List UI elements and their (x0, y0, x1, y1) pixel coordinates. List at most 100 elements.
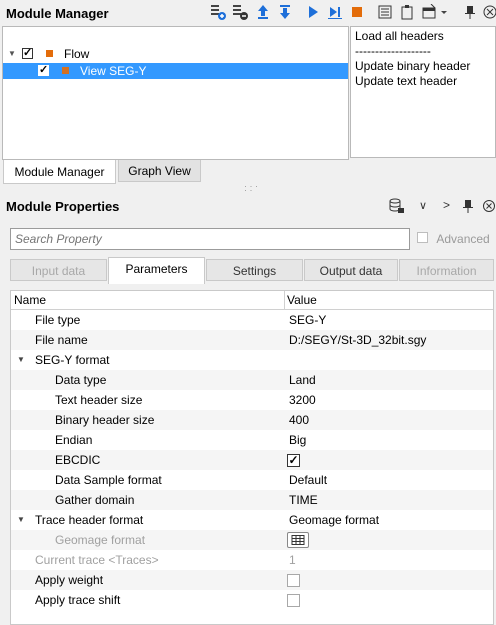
property-name: Binary header size (55, 413, 155, 427)
property-group-segy-format[interactable]: ▼ SEG-Y format (11, 350, 493, 370)
property-value[interactable]: Land (289, 370, 316, 390)
table-icon[interactable] (287, 532, 309, 548)
column-header-name: Name (14, 293, 47, 307)
flow-module-icon (46, 50, 53, 57)
module-manager-header: Module Manager (0, 0, 496, 26)
view-segy-module-icon (62, 67, 69, 74)
property-value[interactable]: SEG-Y (289, 310, 326, 330)
tree-item-label: View SEG-Y (80, 64, 147, 78)
property-value[interactable]: Geomage format (289, 510, 379, 530)
property-group-trace-header-format[interactable]: ▼ Trace header format Geomage format (11, 510, 493, 530)
info-separator: ------------------- (355, 44, 431, 58)
property-row-current-trace[interactable]: Current trace <Traces> 1 (11, 550, 493, 570)
column-header-value: Value (287, 293, 317, 307)
property-value[interactable]: 3200 (289, 390, 316, 410)
tab-information[interactable]: Information (399, 259, 494, 281)
remove-module-icon[interactable] (232, 4, 248, 20)
column-divider[interactable] (284, 291, 285, 309)
property-name: Apply weight (35, 573, 104, 587)
property-name: EBCDIC (55, 453, 101, 467)
info-line[interactable]: Update binary header (355, 59, 491, 74)
property-value: 1 (289, 553, 296, 567)
tab-graph-view[interactable]: Graph View (118, 160, 201, 182)
property-row-geomage-format[interactable]: Geomage format (11, 530, 493, 550)
tab-settings[interactable]: Settings (206, 259, 303, 281)
add-module-icon[interactable] (210, 4, 226, 20)
move-up-icon[interactable] (255, 4, 271, 20)
property-row-binary-header-size[interactable]: Binary header size 400 (11, 410, 493, 430)
advanced-label: Advanced (436, 231, 490, 246)
close-icon[interactable] (482, 4, 496, 20)
property-row-data-type[interactable]: Data type Land (11, 370, 493, 390)
property-group-name: SEG-Y format (35, 353, 110, 367)
tree-item-label: Flow (64, 47, 90, 61)
property-row-endian[interactable]: Endian Big (11, 430, 493, 450)
module-properties-title: Module Properties (6, 199, 120, 214)
run-icon[interactable] (305, 4, 321, 20)
grid-header: Name Value (11, 291, 493, 310)
apply-weight-checkbox[interactable] (287, 574, 300, 587)
search-property-input[interactable] (10, 228, 410, 250)
property-name: Data Sample format (55, 473, 162, 487)
property-name: Endian (55, 433, 93, 447)
pin-icon[interactable] (462, 198, 474, 214)
property-row-text-header-size[interactable]: Text header size 3200 (11, 390, 493, 410)
property-name: Geomage format (55, 533, 146, 547)
collapse-arrow-icon[interactable]: ▼ (17, 510, 25, 530)
property-name: File name (35, 333, 88, 347)
advanced-toggle[interactable]: Advanced (417, 231, 490, 246)
property-name: File type (35, 313, 81, 327)
property-name: Text header size (55, 393, 143, 407)
splitter-grip[interactable]: · · · · · (244, 182, 260, 195)
tree-item-flow[interactable]: ▼ ✓ Flow (3, 46, 348, 62)
module-tree: ▼ ✓ Flow ✓ View SEG-Y (2, 26, 349, 160)
property-value[interactable]: TIME (289, 490, 318, 510)
chevron-right-icon[interactable]: > (443, 198, 450, 212)
property-row-file-name[interactable]: File name D:/SEGY/St-3D_32bit.sgy (11, 330, 493, 350)
clipboard-icon[interactable] (399, 4, 415, 20)
view-segy-checkbox[interactable]: ✓ (38, 65, 49, 76)
info-line[interactable]: Load all headers (355, 29, 491, 44)
tree-item-view-segy[interactable]: ✓ View SEG-Y (3, 63, 348, 79)
close-icon[interactable] (482, 198, 496, 214)
property-value[interactable]: Big (289, 430, 306, 450)
module-info-panel: Load all headers ------------------- Upd… (350, 26, 496, 158)
info-line[interactable]: Update text header (355, 74, 491, 89)
property-name: Current trace <Traces> (35, 553, 159, 567)
collapse-arrow-icon[interactable]: ▼ (17, 350, 25, 370)
property-value[interactable]: 400 (289, 410, 309, 430)
property-value[interactable]: Default (289, 470, 327, 490)
move-down-icon[interactable] (277, 4, 293, 20)
stop-icon[interactable] (349, 4, 365, 20)
module-manager-title: Module Manager (6, 6, 109, 21)
chevron-down-icon[interactable]: ∨ (419, 199, 427, 212)
apply-trace-shift-checkbox[interactable] (287, 594, 300, 607)
property-row-ebcdic[interactable]: EBCDIC ✓ (11, 450, 493, 470)
properties-tabs: Input data Parameters Settings Output da… (10, 257, 494, 284)
property-row-data-sample-format[interactable]: Data Sample format Default (11, 470, 493, 490)
property-row-file-type[interactable]: File type SEG-Y (11, 310, 493, 330)
property-row-apply-trace-shift[interactable]: Apply trace shift (11, 590, 493, 610)
tab-parameters[interactable]: Parameters (108, 257, 205, 284)
property-row-gather-domain[interactable]: Gather domain TIME (11, 490, 493, 510)
run-step-icon[interactable] (327, 4, 343, 20)
window-icon[interactable] (421, 4, 437, 20)
ebcdic-checkbox[interactable]: ✓ (287, 454, 300, 467)
tab-output-data[interactable]: Output data (304, 259, 398, 281)
property-grid: Name Value File type SEG-Y File name D:/… (10, 290, 494, 625)
flow-checkbox[interactable]: ✓ (22, 48, 33, 59)
property-name: Data type (55, 373, 107, 387)
database-lock-icon[interactable] (388, 197, 406, 215)
dropdown-icon[interactable] (439, 4, 449, 20)
property-group-name: Trace header format (35, 513, 144, 527)
advanced-checkbox[interactable] (417, 232, 428, 244)
list-icon[interactable] (377, 4, 393, 20)
property-row-apply-weight[interactable]: Apply weight (11, 570, 493, 590)
property-value[interactable]: D:/SEGY/St-3D_32bit.sgy (289, 330, 426, 350)
pin-icon[interactable] (462, 4, 478, 20)
expand-arrow-icon[interactable]: ▼ (8, 46, 16, 62)
tab-module-manager[interactable]: Module Manager (3, 160, 116, 184)
tab-input-data[interactable]: Input data (10, 259, 107, 281)
property-name: Apply trace shift (35, 593, 121, 607)
property-name: Gather domain (55, 493, 135, 507)
